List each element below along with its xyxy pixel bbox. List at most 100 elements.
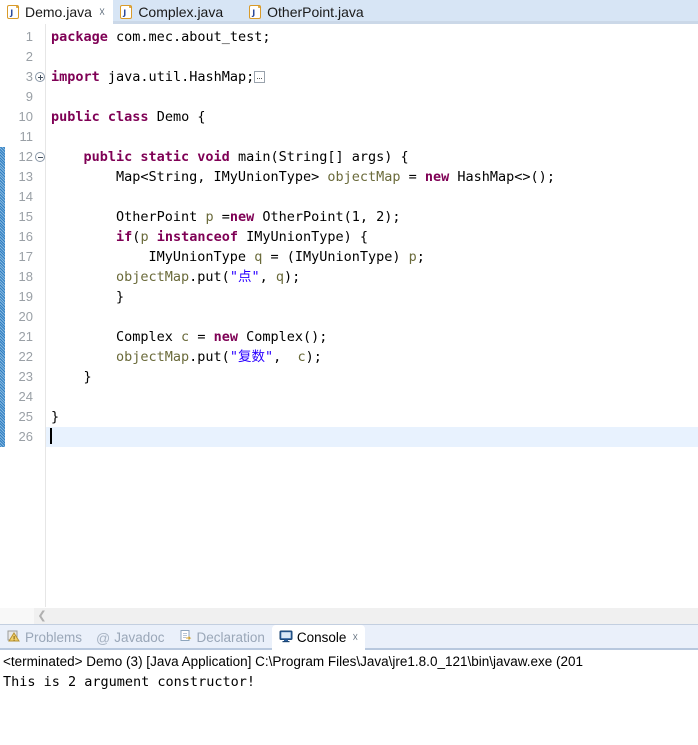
code-line[interactable]: Complex c = new Complex(); bbox=[51, 327, 698, 347]
editor-horizontal-scrollbar[interactable]: ❮ bbox=[0, 607, 698, 624]
line-number: 12 bbox=[18, 149, 33, 164]
code-line[interactable]: } bbox=[51, 407, 698, 427]
java-file-icon: J bbox=[120, 5, 133, 19]
scroll-left-arrow-icon[interactable]: ❮ bbox=[34, 608, 50, 624]
line-number: 18 bbox=[18, 269, 33, 284]
view-tab-bar: Problems @ Javadoc Declaration Console ☓ bbox=[0, 625, 698, 650]
line-number-ruler: 1 2 3 9 10 11 12 13 14 15 16 17 18 19 20… bbox=[5, 24, 34, 607]
tab-problems[interactable]: Problems bbox=[0, 625, 89, 650]
editor-tab-label: Demo.java bbox=[25, 4, 92, 20]
tab-javadoc[interactable]: @ Javadoc bbox=[89, 625, 172, 650]
svg-text:J: J bbox=[9, 9, 13, 18]
fold-cell[interactable] bbox=[34, 147, 45, 167]
editor-tab-demo-java[interactable]: J Demo.java ☓ bbox=[0, 0, 114, 24]
console-icon bbox=[279, 629, 293, 646]
console-output-line: This is 2 argument constructor! bbox=[3, 674, 255, 690]
tab-console[interactable]: Console ☓ bbox=[271, 625, 366, 650]
code-text-area[interactable]: package com.mec.about_test; import java.… bbox=[46, 24, 698, 607]
view-tab-label: Console bbox=[296, 630, 347, 645]
editor-tab-label: OtherPoint.java bbox=[267, 4, 364, 20]
line-number: 25 bbox=[18, 409, 33, 424]
line-number: 3 bbox=[25, 69, 33, 84]
fold-cell bbox=[34, 47, 45, 67]
code-line[interactable] bbox=[51, 187, 698, 207]
fold-cell bbox=[34, 387, 45, 407]
line-number: 10 bbox=[18, 109, 33, 124]
line-number: 19 bbox=[18, 289, 33, 304]
code-line[interactable]: Map<String, IMyUnionType> objectMap = ne… bbox=[51, 167, 698, 187]
tab-declaration[interactable]: Declaration bbox=[172, 625, 272, 650]
line-number: 23 bbox=[18, 369, 33, 384]
change-bar-column bbox=[0, 24, 5, 607]
line-number: 13 bbox=[18, 169, 33, 184]
line-number: 16 bbox=[18, 229, 33, 244]
code-line[interactable] bbox=[51, 47, 698, 67]
line-number: 2 bbox=[25, 49, 33, 64]
console-output-area[interactable]: <terminated> Demo (3) [Java Application]… bbox=[0, 650, 698, 745]
code-line[interactable]: import java.util.HashMap; bbox=[51, 67, 698, 87]
svg-text:J: J bbox=[123, 9, 127, 18]
line-number: 17 bbox=[18, 249, 33, 264]
code-editor[interactable]: 1 2 3 9 10 11 12 13 14 15 16 17 18 19 20… bbox=[0, 24, 698, 607]
declaration-icon bbox=[179, 629, 193, 646]
line-number: 20 bbox=[18, 309, 33, 324]
fold-cell[interactable] bbox=[34, 67, 45, 87]
close-icon[interactable]: ☓ bbox=[352, 631, 358, 644]
change-bar bbox=[0, 147, 5, 447]
fold-cell bbox=[34, 167, 45, 187]
editor-tab-label: Complex.java bbox=[138, 4, 224, 20]
view-tab-bar-filler bbox=[365, 625, 698, 650]
current-code-line[interactable] bbox=[46, 427, 698, 447]
folded-region-icon[interactable] bbox=[254, 71, 266, 83]
editor-tab-otherpoint-java[interactable]: J OtherPoint.java bbox=[231, 0, 372, 24]
fold-cell bbox=[34, 267, 45, 287]
fold-cell bbox=[34, 427, 45, 447]
line-number: 11 bbox=[19, 129, 34, 144]
code-line[interactable] bbox=[51, 307, 698, 327]
close-icon[interactable]: ☓ bbox=[99, 6, 105, 18]
line-number: 15 bbox=[18, 209, 33, 224]
code-line[interactable]: IMyUnionType q = (IMyUnionType) p; bbox=[51, 247, 698, 267]
fold-cell bbox=[34, 107, 45, 127]
fold-cell bbox=[34, 187, 45, 207]
view-tab-label: Javadoc bbox=[114, 630, 165, 645]
line-number: 21 bbox=[18, 329, 33, 344]
view-tab-label: Declaration bbox=[196, 630, 265, 645]
code-line[interactable] bbox=[51, 387, 698, 407]
text-caret bbox=[50, 428, 52, 444]
code-line[interactable]: if(p instanceof IMyUnionType) { bbox=[51, 227, 698, 247]
bottom-view-stack: Problems @ Javadoc Declaration Console ☓… bbox=[0, 624, 698, 745]
tab-bar-filler bbox=[371, 0, 698, 24]
code-line[interactable]: } bbox=[51, 367, 698, 387]
problems-icon bbox=[7, 629, 21, 646]
fold-cell bbox=[34, 307, 45, 327]
code-line[interactable] bbox=[51, 127, 698, 147]
fold-collapse-icon[interactable] bbox=[35, 152, 45, 162]
code-line[interactable]: package com.mec.about_test; bbox=[51, 27, 698, 47]
code-line[interactable]: objectMap.put("点", q); bbox=[51, 267, 698, 287]
fold-expand-icon[interactable] bbox=[35, 72, 45, 82]
code-line[interactable]: } bbox=[51, 287, 698, 307]
line-number: 26 bbox=[18, 429, 33, 444]
fold-cell bbox=[34, 27, 45, 47]
line-number: 14 bbox=[18, 189, 33, 204]
eclipse-window: J Demo.java ☓ J Complex.java J OtherPoin… bbox=[0, 0, 698, 745]
fold-cell bbox=[34, 227, 45, 247]
scrollbar-track[interactable] bbox=[50, 608, 698, 624]
fold-cell bbox=[34, 87, 45, 107]
fold-cell bbox=[34, 207, 45, 227]
code-line[interactable] bbox=[51, 87, 698, 107]
fold-cell bbox=[34, 327, 45, 347]
console-header-line: <terminated> Demo (3) [Java Application]… bbox=[3, 654, 584, 669]
code-line[interactable]: public static void main(String[] args) { bbox=[51, 147, 698, 167]
code-line[interactable]: objectMap.put("复数", c); bbox=[51, 347, 698, 367]
editor-tab-complex-java[interactable]: J Complex.java bbox=[113, 0, 232, 24]
code-line[interactable]: OtherPoint p =new OtherPoint(1, 2); bbox=[51, 207, 698, 227]
line-number: 1 bbox=[25, 29, 33, 44]
svg-text:J: J bbox=[251, 9, 255, 18]
line-number: 9 bbox=[25, 89, 33, 104]
view-tab-label: Problems bbox=[25, 630, 83, 645]
code-line[interactable]: public class Demo { bbox=[51, 107, 698, 127]
fold-cell bbox=[34, 287, 45, 307]
folding-ruler[interactable] bbox=[34, 24, 46, 607]
